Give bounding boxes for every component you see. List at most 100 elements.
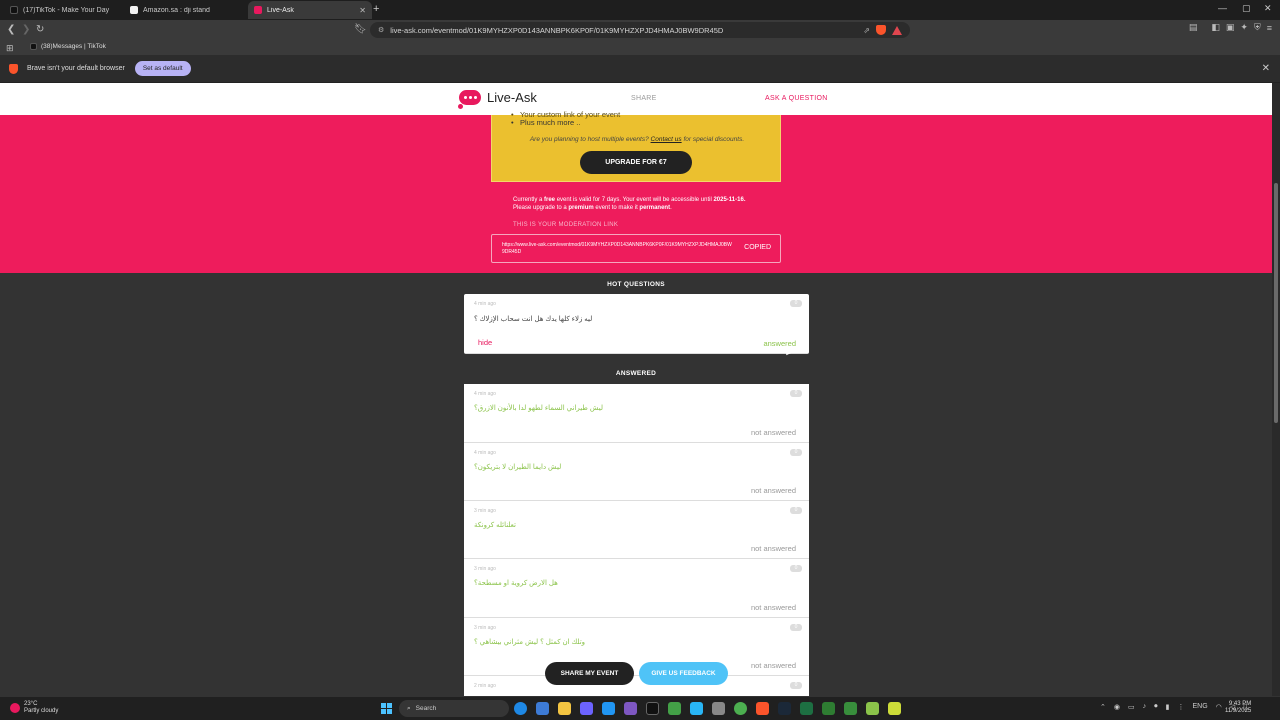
close-infobar-icon[interactable]: ✕ — [1262, 63, 1270, 74]
chevron-up-icon[interactable]: ⌃ — [1100, 703, 1106, 711]
site-logo[interactable]: Live-Ask — [458, 90, 537, 109]
excel-icon[interactable] — [800, 702, 813, 715]
steam-icon[interactable] — [778, 702, 791, 715]
copied-button[interactable]: COPIED — [744, 244, 771, 251]
edge-icon[interactable] — [514, 702, 527, 715]
page-scrollbar[interactable] — [1272, 83, 1280, 696]
minimize-icon[interactable]: — — [1218, 3, 1227, 13]
wifi-icon[interactable]: ◠ — [1216, 703, 1222, 711]
note-text: for special discounts. — [683, 136, 745, 143]
tab-title: (17)TikTok - Make Your Day — [23, 6, 110, 14]
tab-tiktok[interactable]: (17)TikTok - Make Your Day — [4, 1, 128, 19]
text: free — [544, 197, 556, 203]
discord-icon[interactable] — [580, 702, 593, 715]
mark-not-answered-button[interactable]: not answered — [751, 661, 796, 670]
contact-us-link[interactable]: Contact us — [651, 136, 682, 143]
live-ask-icon — [254, 6, 262, 14]
give-feedback-button[interactable]: GIVE US FEEDBACK — [639, 662, 728, 685]
sidebar-icon[interactable]: ◧ — [1211, 22, 1220, 33]
vote-count-badge[interactable]: 0 — [790, 507, 802, 514]
upgrade-button[interactable]: UPGRADE FOR €7 — [580, 151, 692, 174]
brave-icon[interactable] — [756, 702, 769, 715]
share-my-event-button[interactable]: SHARE MY EVENT — [545, 662, 634, 685]
site-info-icon[interactable]: ⚙ — [378, 26, 384, 34]
hide-button[interactable]: hide — [478, 338, 492, 347]
nav-share-link[interactable]: SHARE — [631, 95, 657, 102]
expiry-date: 2025-11-16. — [713, 197, 746, 203]
network-icon[interactable]: ⋮ — [1177, 703, 1184, 711]
app-icon[interactable] — [602, 702, 615, 715]
vote-count-badge[interactable]: 0 — [790, 565, 802, 572]
close-tab-icon[interactable]: ✕ — [359, 6, 366, 15]
address-bar[interactable]: ⚙ live-ask.com/eventmod/01K9MYHZXP0D143A… — [370, 22, 910, 38]
moderation-link-text[interactable]: https://www.live-ask.com/eventmod/01K9MY… — [502, 242, 732, 256]
moderation-link-box[interactable]: https://www.live-ask.com/eventmod/01K9MY… — [491, 234, 781, 263]
vote-count-badge[interactable]: 0 — [790, 300, 802, 307]
mark-not-answered-button[interactable]: not answered — [751, 486, 796, 495]
mark-not-answered-button[interactable]: not answered — [751, 603, 796, 612]
file-explorer-icon[interactable] — [558, 702, 571, 715]
nav-ask-question-link[interactable]: ASK A QUESTION — [765, 95, 828, 102]
app-icon[interactable] — [624, 702, 637, 715]
leo-icon[interactable]: ✦ — [1240, 22, 1248, 33]
scrollbar-thumb[interactable] — [1274, 183, 1278, 423]
share-icon[interactable]: ⇗ — [863, 26, 870, 35]
vote-count-badge[interactable]: 0 — [790, 624, 802, 631]
vote-count-badge[interactable]: 0 — [790, 449, 802, 456]
tray-app-icon[interactable]: ◉ — [1114, 703, 1120, 711]
vote-count-badge[interactable]: 0 — [790, 390, 802, 397]
apps-grid-icon[interactable]: ⊞ — [6, 43, 14, 54]
mark-not-answered-button[interactable]: not answered — [751, 428, 796, 437]
language-indicator[interactable]: ENG — [1192, 703, 1207, 711]
question-text: ليه زلاء كلها يدك هل انت سحاب الإزلاك ؟ — [474, 316, 593, 323]
reader-icon[interactable]: ▤ — [1189, 22, 1198, 33]
brave-shields-icon[interactable] — [876, 25, 886, 35]
tray-app-icon[interactable]: ▭ — [1128, 703, 1135, 711]
xbox-icon[interactable] — [668, 702, 681, 715]
wallet-icon[interactable]: ▣ — [1226, 22, 1235, 33]
app-icon[interactable] — [888, 702, 901, 715]
vpn-icon[interactable]: ⛨ — [1254, 22, 1261, 33]
taskbar-search[interactable]: ⌕ Search — [399, 700, 509, 717]
new-tab-button[interactable]: + — [373, 3, 379, 15]
multiple-events-note: Are you planning to host multiple events… — [492, 136, 782, 143]
menu-icon[interactable]: ≡ — [1267, 23, 1272, 33]
back-icon[interactable]: ❮ — [7, 24, 15, 35]
windows-start-icon[interactable] — [381, 703, 392, 714]
clock[interactable]: 9:43 PM 11/9/2025 — [1225, 701, 1251, 715]
battery-icon[interactable]: ▮ — [1166, 703, 1170, 711]
bookmark-tiktok-messages[interactable]: (38)Messages | TikTok — [30, 43, 106, 50]
tiktok-app-icon[interactable] — [646, 702, 659, 715]
weather-widget[interactable]: 23°C Partly cloudy — [10, 701, 58, 715]
telegram-icon[interactable] — [690, 702, 703, 715]
app-icon[interactable] — [822, 702, 835, 715]
tiktok-icon — [30, 43, 37, 50]
premium-feature-item: Plus much more .. — [511, 118, 581, 127]
vote-count-badge[interactable]: 0 — [790, 682, 802, 689]
text: premium — [568, 205, 594, 211]
bookmark-icon[interactable]: 🔖︎ — [354, 24, 367, 35]
tab-live-ask[interactable]: Live-Ask ✕ — [248, 1, 372, 19]
question-text: ليش دايما الطيران لا بتريكون؟ — [474, 464, 562, 471]
question-time: 4 min ago — [474, 450, 496, 456]
forward-icon[interactable]: ❯ — [22, 24, 30, 35]
set-default-button[interactable]: Set as default — [134, 61, 191, 76]
brave-rewards-icon[interactable] — [892, 25, 902, 35]
widgets-icon[interactable] — [536, 702, 549, 715]
volume-icon[interactable]: ♪ — [1143, 703, 1147, 711]
app-icon[interactable] — [866, 702, 879, 715]
hot-questions-heading: HOT QUESTIONS — [607, 281, 665, 288]
minecraft-icon[interactable] — [844, 702, 857, 715]
mark-not-answered-button[interactable]: not answered — [751, 544, 796, 553]
reload-icon[interactable]: ↻ — [36, 24, 44, 35]
close-window-icon[interactable]: ✕ — [1264, 3, 1272, 14]
bookmarks-bar: ⊞ (38)Messages | TikTok — [0, 40, 1280, 55]
app-icon[interactable] — [712, 702, 725, 715]
maximize-icon[interactable]: ▢ — [1242, 3, 1251, 14]
answered-question-card: 4 min ago 0 ليش طيراني السماء لطهو لدا ب… — [464, 384, 809, 443]
tab-amazon[interactable]: Amazon.sa : dji stand — [124, 1, 248, 19]
chrome-icon[interactable] — [734, 702, 747, 715]
browser-toolbar: ❮ ❯ ↻ 🔖︎ ⚙ live-ask.com/eventmod/01K9MYH… — [0, 20, 1280, 40]
microphone-icon[interactable]: ⏺ — [1154, 703, 1158, 711]
site-navbar: Live-Ask SHARE ASK A QUESTION — [0, 83, 1272, 115]
